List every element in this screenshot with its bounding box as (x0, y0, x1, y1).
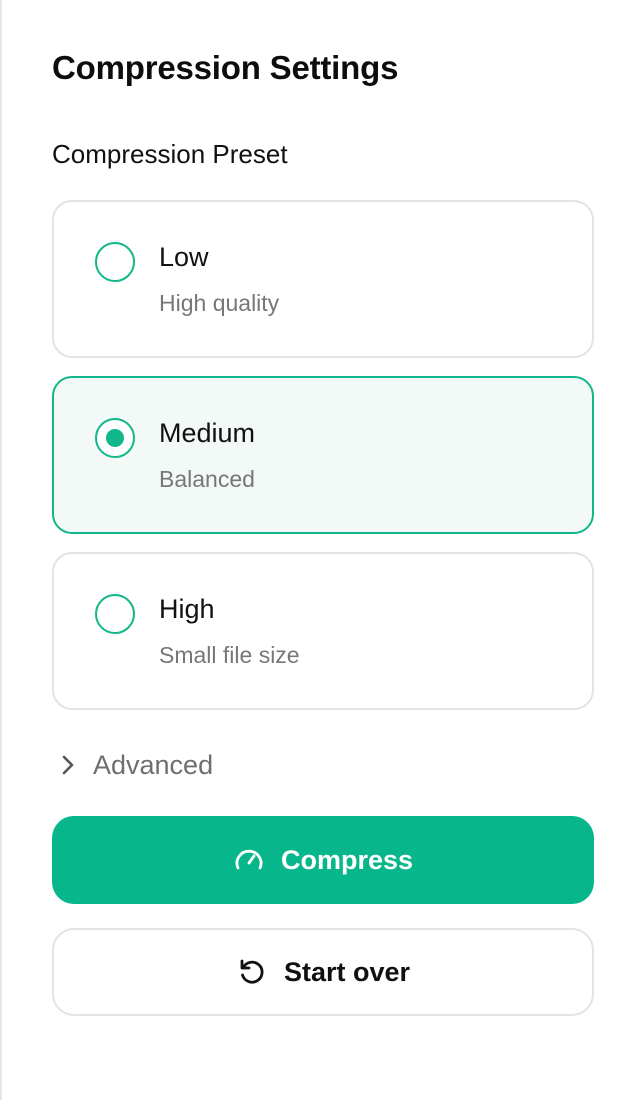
preset-title-medium: Medium (159, 418, 256, 448)
advanced-toggle[interactable]: Advanced (52, 745, 312, 785)
radio-low[interactable] (95, 242, 135, 282)
preset-option-medium[interactable]: Medium Balanced (52, 376, 594, 534)
radio-high[interactable] (95, 594, 135, 634)
panel-title: Compression Settings (52, 49, 399, 86)
rotate-ccw-icon (240, 959, 264, 984)
preset-option-high[interactable]: High Small file size (52, 552, 594, 710)
start-over-label: Start over (283, 957, 411, 987)
advanced-label: Advanced (93, 750, 214, 780)
radio-selected-dot (106, 429, 124, 447)
gauge-icon (235, 849, 263, 870)
preset-title-low: Low (159, 242, 209, 272)
chevron-right-icon (62, 755, 74, 775)
preset-subtitle-high: Small file size (159, 642, 300, 668)
preset-title-high: High (159, 594, 215, 624)
compression-settings-panel: Compression Settings Compression Preset … (0, 0, 626, 1100)
compress-button[interactable]: Compress (52, 816, 594, 904)
radio-medium[interactable] (95, 418, 135, 458)
start-over-button[interactable]: Start over (52, 928, 594, 1016)
preset-option-low[interactable]: Low High quality (52, 200, 594, 358)
preset-subtitle-low: High quality (159, 290, 280, 316)
compress-label: Compress (280, 845, 414, 875)
preset-section-label: Compression Preset (52, 139, 288, 169)
preset-subtitle-medium: Balanced (159, 466, 255, 492)
